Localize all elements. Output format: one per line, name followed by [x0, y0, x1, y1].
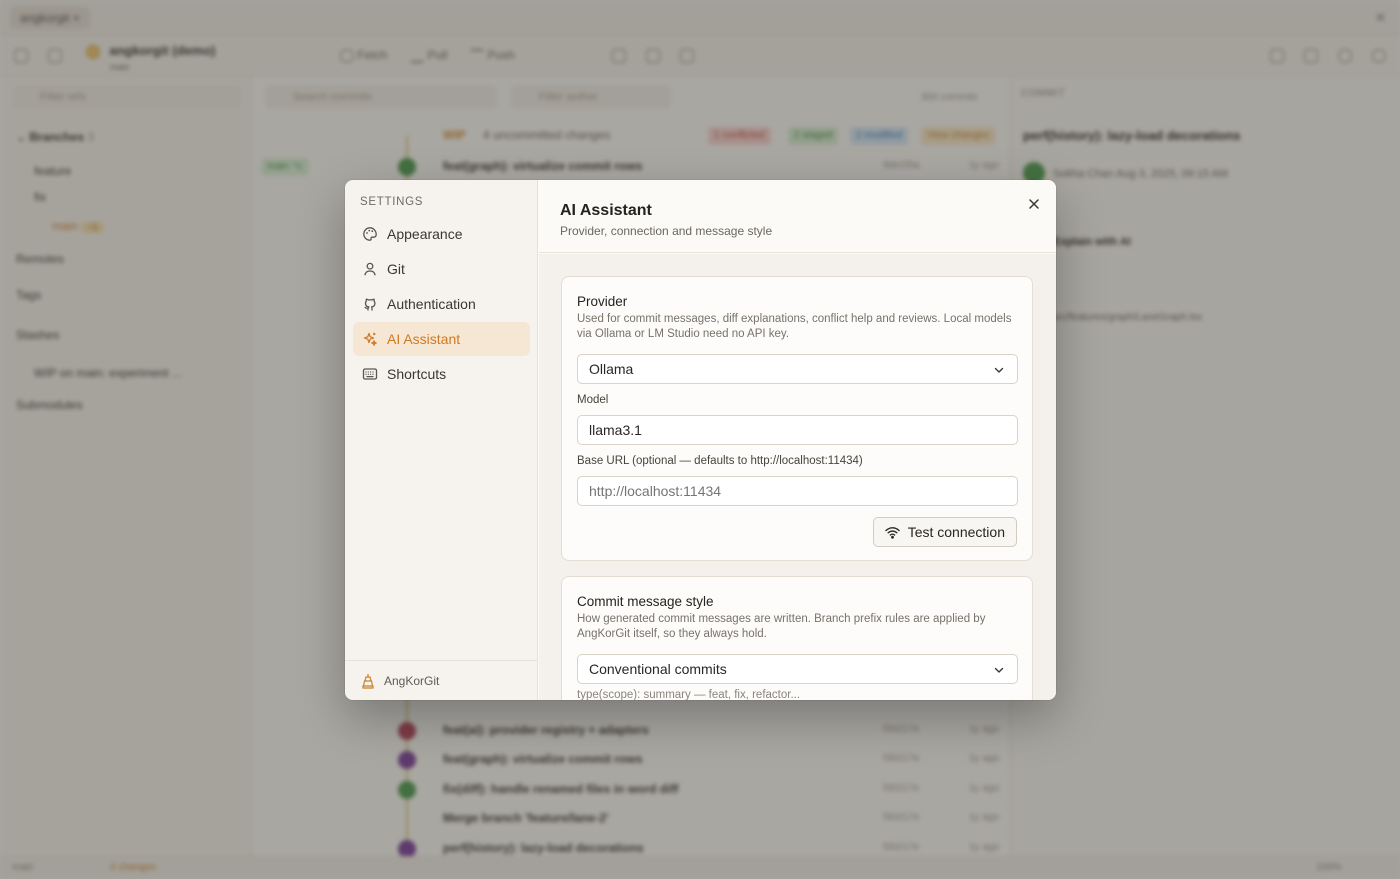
provider-description: Used for commit messages, diff explanati…: [577, 313, 1012, 340]
settings-nav-shortcuts[interactable]: Shortcuts: [353, 357, 530, 391]
settings-nav-git[interactable]: Git: [353, 252, 530, 286]
commit-style-select[interactable]: Conventional commits: [577, 654, 1018, 684]
test-connection-label: Test connection: [907, 524, 1005, 540]
github-icon: [364, 298, 376, 311]
settings-dialog: SETTINGS Appearance Git Authentication A…: [345, 180, 1056, 700]
chevron-down-icon: [994, 367, 1004, 373]
settings-nav-ai-assistant[interactable]: AI Assistant: [353, 322, 530, 356]
user-icon: [364, 262, 376, 276]
provider-card: Provider Used for commit messages, diff …: [561, 276, 1033, 561]
wifi-icon: [885, 526, 900, 539]
nav-label: Appearance: [387, 226, 463, 242]
base-url-input[interactable]: [577, 476, 1018, 506]
commit-style-title: Commit message style: [577, 594, 714, 609]
base-url-label: Base URL (optional — defaults to http://…: [577, 455, 863, 467]
settings-header: AI Assistant Provider, connection and me…: [539, 180, 1056, 253]
test-connection-button[interactable]: Test connection: [872, 517, 1017, 547]
commit-style-selected: Conventional commits: [589, 661, 727, 677]
close-icon: [1029, 199, 1039, 209]
nav-label: Shortcuts: [387, 366, 447, 382]
close-button[interactable]: [1024, 194, 1044, 214]
settings-sidebar-title: SETTINGS: [360, 196, 424, 208]
settings-content[interactable]: Provider Used for commit messages, diff …: [539, 254, 1056, 700]
provider-title: Provider: [577, 294, 628, 309]
settings-page-subtitle: Provider, connection and message style: [560, 224, 773, 238]
settings-nav-authentication[interactable]: Authentication: [353, 287, 530, 321]
settings-page-title: AI Assistant: [560, 202, 652, 219]
model-label: Model: [577, 394, 609, 406]
nav-label: AI Assistant: [387, 331, 461, 347]
palette-icon: [363, 227, 377, 241]
commit-style-hint: type(scope): summary — feat, fix, refact…: [577, 689, 801, 700]
keyboard-icon: [362, 368, 378, 380]
settings-brand: AngKorGit: [345, 660, 538, 700]
nav-label: Git: [387, 261, 405, 277]
provider-selected: Ollama: [589, 361, 634, 377]
settings-sidebar: SETTINGS Appearance Git Authentication A…: [345, 180, 538, 700]
commit-style-card: Commit message style How generated commi…: [561, 576, 1033, 700]
model-input[interactable]: [577, 415, 1018, 445]
chevron-down-icon: [994, 667, 1004, 673]
angkor-logo-icon: [362, 673, 374, 689]
sparkles-icon: [363, 332, 377, 346]
nav-label: Authentication: [387, 296, 476, 312]
commit-style-description: How generated commit messages are writte…: [577, 613, 986, 640]
provider-select[interactable]: Ollama: [577, 354, 1018, 384]
settings-nav-appearance[interactable]: Appearance: [353, 217, 530, 251]
brand-label: AngKorGit: [384, 673, 440, 688]
